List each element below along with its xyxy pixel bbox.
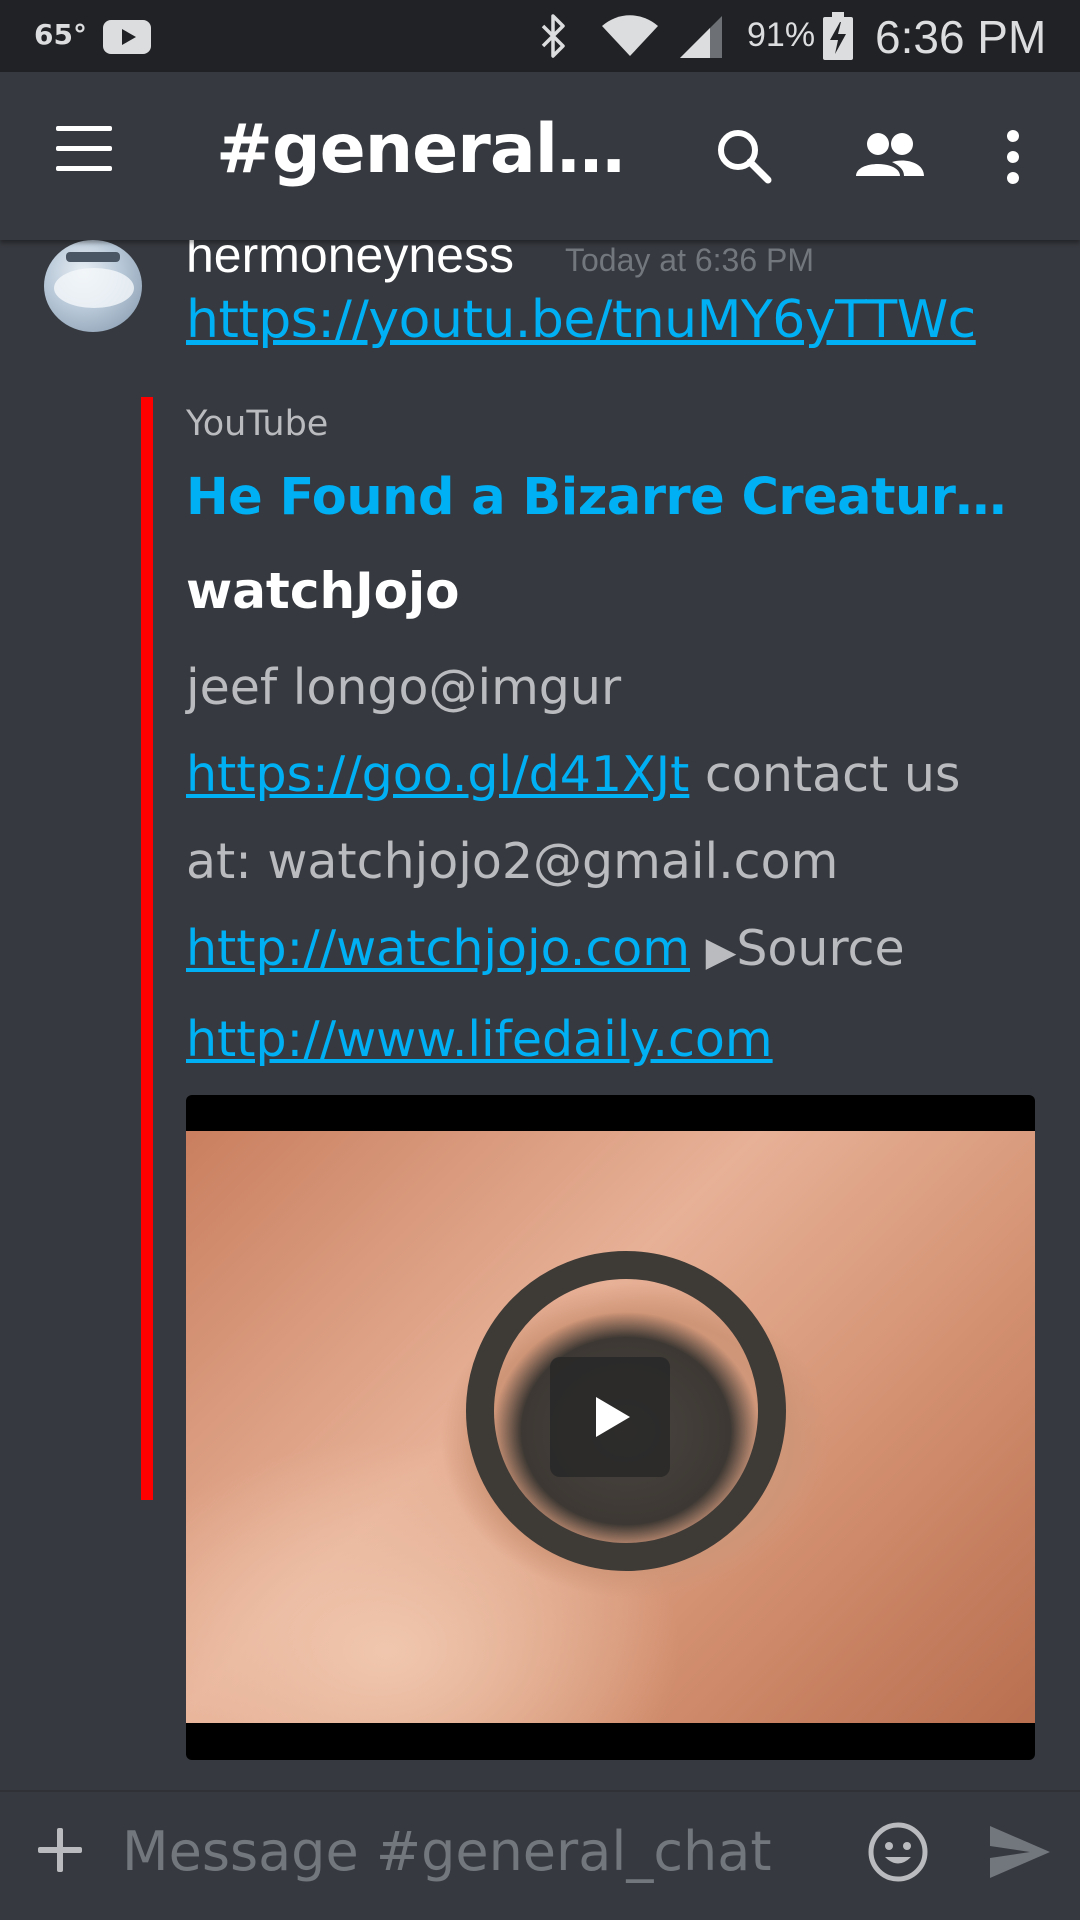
avatar-image-plane: [66, 252, 120, 262]
embed-author: watchJojo: [186, 562, 460, 620]
embed-desc-link-goo[interactable]: https://goo.gl/d41XJt: [186, 746, 689, 803]
temperature-text: 65°: [34, 18, 87, 51]
screen: 65° 91% 6:36 PM #general_c...: [0, 0, 1080, 1920]
clock: 6:36 PM: [875, 11, 1047, 63]
embed-accent-bar: [141, 397, 153, 1500]
app-bar: #general_c...: [0, 72, 1080, 240]
message-author[interactable]: hermoneyness: [186, 240, 514, 284]
avatar[interactable]: [44, 240, 142, 332]
channel-title[interactable]: #general_c...: [216, 110, 646, 189]
members-icon[interactable]: [852, 122, 926, 192]
battery-charging-icon: [823, 12, 853, 60]
chat-messages[interactable]: hermoneyness Today at 6:36 PM https://yo…: [0, 240, 1080, 1790]
wifi-icon: [602, 15, 658, 56]
avatar-image-smoke: [54, 268, 134, 308]
embed-desc-link-lifedaily[interactable]: http://www.lifedaily.com: [186, 1011, 773, 1068]
embed-desc-link-watchjojo[interactable]: http://watchjojo.com: [186, 920, 690, 977]
embed-desc-text: Source: [736, 920, 905, 977]
message-timestamp: Today at 6:36 PM: [565, 242, 815, 278]
youtube-icon: [103, 20, 151, 54]
message-input[interactable]: [120, 1810, 824, 1892]
more-vert-icon[interactable]: [998, 122, 1028, 192]
battery-percent: 91%: [747, 16, 816, 54]
menu-icon[interactable]: [48, 122, 120, 182]
bluetooth-icon: [541, 14, 565, 58]
cell-signal-icon: [680, 16, 722, 58]
status-bar: 65° 91% 6:36 PM: [0, 0, 1080, 72]
message-composer: [0, 1790, 1080, 1920]
emoji-icon[interactable]: [866, 1820, 930, 1884]
embed-video-thumbnail[interactable]: [186, 1095, 1035, 1760]
send-icon[interactable]: [986, 1820, 1054, 1884]
embed-title-link[interactable]: He Found a Bizarre Creature Dy...: [186, 468, 1036, 527]
play-icon[interactable]: [550, 1357, 670, 1477]
embed-description: jeef longo@imgur https://goo.gl/d41XJt c…: [186, 644, 1036, 1083]
play-triangle-glyph: ▶: [705, 929, 737, 975]
search-icon[interactable]: [710, 122, 780, 192]
message-link[interactable]: https://youtu.be/tnuMY6yTTWc: [186, 290, 976, 350]
embed-desc-text: jeef longo@imgur: [186, 659, 622, 716]
plus-icon[interactable]: [32, 1822, 88, 1878]
embed-provider: YouTube: [186, 404, 329, 444]
